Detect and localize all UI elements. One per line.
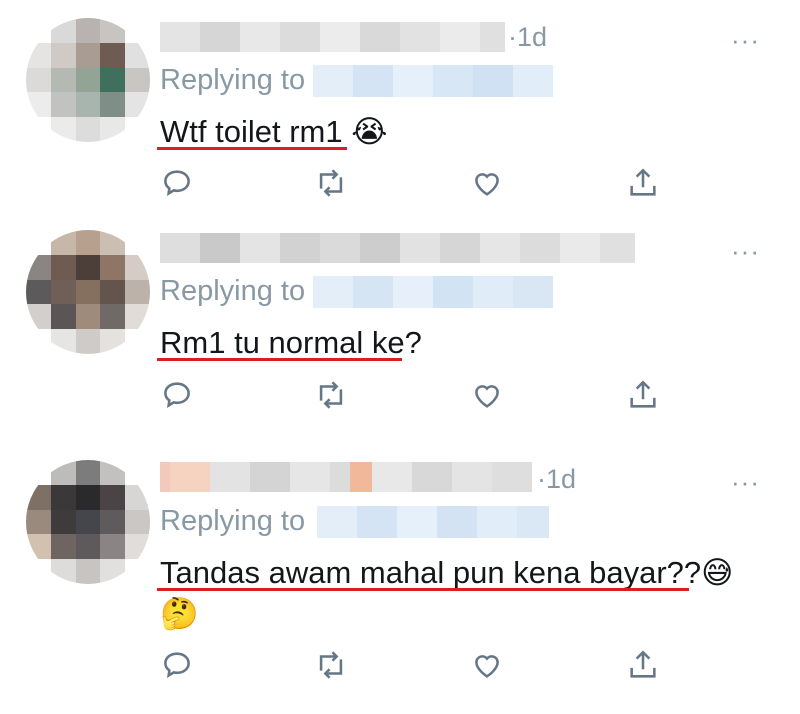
like-icon[interactable] (470, 648, 510, 688)
reply-handle-blurred[interactable] (317, 505, 550, 538)
tweet-actions (160, 378, 680, 418)
timestamp[interactable]: ·1d (508, 22, 547, 53)
replying-to-label: Replying to (160, 505, 306, 537)
retweet-icon[interactable] (314, 648, 354, 688)
retweet-icon[interactable] (314, 378, 354, 418)
tweet-1[interactable]: ·1d ··· Replying to Wtf toilet rm1 😭 (0, 0, 800, 215)
avatar[interactable] (26, 460, 150, 584)
display-name-blurred[interactable] (160, 22, 505, 52)
tweet-text: Tandas awam mahal pun kena bayar??😅 (160, 555, 734, 590)
replying-to-label: Replying to (160, 64, 306, 96)
tweet-text: Rm1 tu normal ke? (160, 325, 422, 360)
share-icon[interactable] (626, 648, 666, 688)
reply-icon[interactable] (160, 648, 200, 688)
share-icon[interactable] (626, 166, 666, 206)
timestamp[interactable]: ·1d (537, 464, 576, 495)
tweet-text-emoji: 🤔 (160, 596, 199, 631)
replying-to: Replying to (160, 505, 550, 538)
reply-handle-blurred[interactable] (313, 64, 554, 97)
tweet-3[interactable]: ·1d ··· Replying to Tandas awam mahal pu… (0, 430, 800, 714)
tweet-actions (160, 166, 680, 206)
display-name-blurred[interactable] (160, 233, 635, 263)
tweet-2[interactable]: ··· Replying to Rm1 tu normal ke? (0, 215, 800, 430)
display-name-blurred[interactable] (160, 462, 532, 492)
share-icon[interactable] (626, 378, 666, 418)
more-options-icon[interactable]: ··· (731, 27, 760, 53)
reply-handle-blurred[interactable] (313, 275, 554, 308)
replying-to: Replying to (160, 275, 554, 308)
tweet-actions (160, 648, 680, 688)
avatar[interactable] (26, 230, 150, 354)
tweet-text: Wtf toilet rm1 😭 (160, 114, 388, 149)
red-underline (157, 147, 347, 150)
like-icon[interactable] (470, 166, 510, 206)
more-options-icon[interactable]: ··· (731, 469, 760, 495)
more-options-icon[interactable]: ··· (731, 238, 760, 264)
retweet-icon[interactable] (314, 166, 354, 206)
reply-icon[interactable] (160, 378, 200, 418)
replying-to-label: Replying to (160, 275, 306, 307)
red-underline (157, 358, 402, 361)
red-underline (157, 588, 689, 591)
like-icon[interactable] (470, 378, 510, 418)
reply-icon[interactable] (160, 166, 200, 206)
replying-to: Replying to (160, 64, 554, 97)
avatar[interactable] (26, 18, 150, 142)
